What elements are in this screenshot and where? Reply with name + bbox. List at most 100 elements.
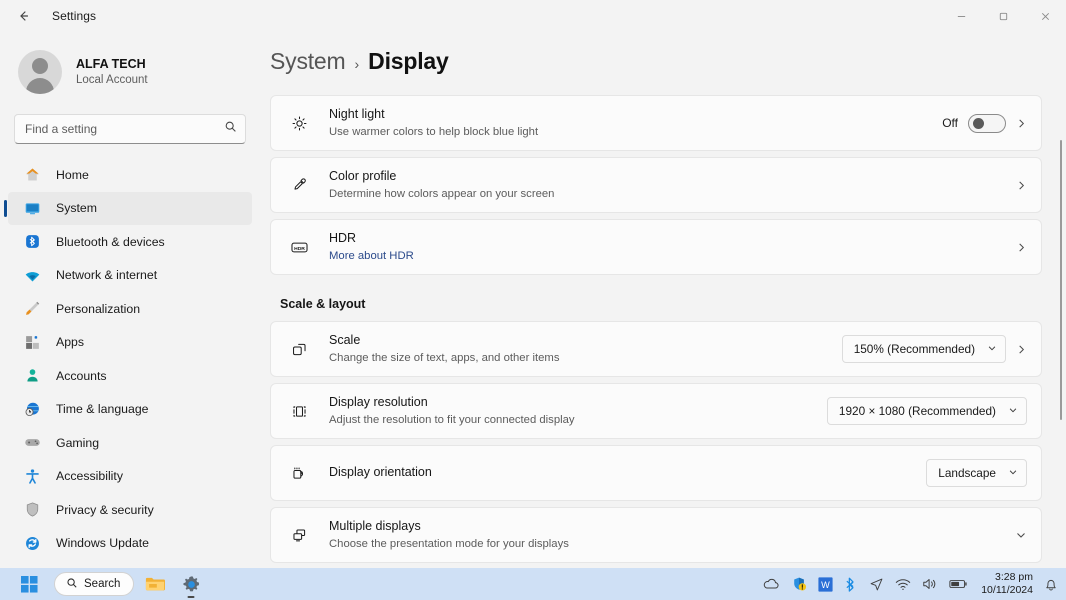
card-hdr[interactable]: HDR HDR More about HDR <box>270 219 1042 275</box>
more-about-hdr-link[interactable]: More about HDR <box>329 249 1016 263</box>
apps-icon <box>22 332 42 352</box>
chevron-right-icon[interactable] <box>1016 180 1027 191</box>
sidebar-item-network-internet[interactable]: Network & internet <box>8 259 252 293</box>
sidebar-item-gaming[interactable]: Gaming <box>8 426 252 460</box>
card-subtitle: Adjust the resolution to fit your connec… <box>329 413 575 426</box>
sidebar-item-windows-update[interactable]: Windows Update <box>8 527 252 561</box>
bluetooth-icon[interactable] <box>844 577 858 592</box>
taskbar-clock[interactable]: 3:28 pm 10/11/2024 <box>981 571 1033 597</box>
sidebar-item-personalization[interactable]: Personalization <box>8 292 252 326</box>
svg-text:HDR: HDR <box>294 246 305 252</box>
person-icon <box>22 366 42 386</box>
scale-dropdown[interactable]: 150% (Recommended) <box>841 335 1006 363</box>
breadcrumb: System › Display <box>260 32 1066 75</box>
chevron-down-icon <box>987 342 997 356</box>
taskbar-search[interactable]: Search <box>54 572 135 596</box>
update-icon <box>22 533 42 553</box>
settings-window: Settings ALFA TECH Local Account Find a … <box>0 0 1066 600</box>
chevron-right-icon[interactable] <box>1016 344 1027 355</box>
clock-globe-icon <box>22 399 42 419</box>
search-input[interactable] <box>25 122 224 136</box>
account-type: Local Account <box>76 74 148 87</box>
home-icon <box>22 165 42 185</box>
card-title: Display resolution <box>329 395 428 410</box>
close-button[interactable] <box>1024 0 1066 32</box>
w-app-icon[interactable]: W <box>818 576 833 592</box>
svg-text:W: W <box>821 579 830 589</box>
search-icon <box>66 577 78 592</box>
sidebar-item-label: Personalization <box>56 301 141 316</box>
night-light-toggle[interactable] <box>968 113 1006 133</box>
sidebar-item-label: Bluetooth & devices <box>56 234 165 249</box>
window-title: Settings <box>52 9 97 23</box>
sidebar-item-privacy-security[interactable]: Privacy & security <box>8 493 252 527</box>
scale-icon <box>287 341 311 358</box>
sidebar-item-system[interactable]: System <box>4 191 252 225</box>
orientation-dropdown-value: Landscape <box>938 466 996 480</box>
night-light-toggle-label: Off <box>942 116 958 130</box>
resolution-dropdown[interactable]: 1920 × 1080 (Recommended) <box>826 397 1027 425</box>
chevron-right-icon[interactable] <box>1016 118 1027 129</box>
breadcrumb-parent[interactable]: System <box>270 48 346 75</box>
chevron-right-icon: › <box>354 56 360 72</box>
card-title: Multiple displays <box>329 519 421 534</box>
start-button[interactable] <box>14 570 44 598</box>
wifi-icon <box>22 265 42 285</box>
onedrive-icon[interactable] <box>762 577 780 591</box>
page-title: Display <box>368 48 449 74</box>
sidebar-nav: Home System Bluetooth & devices Network … <box>0 158 260 560</box>
sidebar-item-accessibility[interactable]: Accessibility <box>8 460 252 494</box>
sidebar-item-bluetooth-devices[interactable]: Bluetooth & devices <box>8 225 252 259</box>
card-scale[interactable]: Scale Change the size of text, apps, and… <box>270 321 1042 377</box>
card-night-light[interactable]: Night light Use warmer colors to help bl… <box>270 95 1042 151</box>
taskbar-search-label: Search <box>84 578 121 590</box>
sidebar-item-label: Windows Update <box>56 536 149 551</box>
resolution-icon <box>287 403 311 420</box>
card-title: Color profile <box>329 169 397 184</box>
sidebar-item-label: Apps <box>56 335 85 350</box>
sidebar-item-apps[interactable]: Apps <box>8 326 252 360</box>
chevron-right-icon[interactable] <box>1016 242 1027 253</box>
sidebar-item-accounts[interactable]: Accounts <box>8 359 252 393</box>
maximize-button[interactable] <box>982 0 1024 32</box>
main-content: System › Display Night light Use warmer … <box>260 32 1066 568</box>
send-icon[interactable] <box>869 577 884 592</box>
account-section[interactable]: ALFA TECH Local Account <box>0 32 260 100</box>
sidebar: ALFA TECH Local Account Home <box>0 32 260 568</box>
sidebar-item-home[interactable]: Home <box>8 158 252 192</box>
sidebar-item-time-language[interactable]: Time & language <box>8 393 252 427</box>
card-title: Night light <box>329 107 385 122</box>
wifi-icon[interactable] <box>895 578 911 591</box>
orientation-dropdown[interactable]: Landscape <box>926 459 1027 487</box>
shield-icon <box>22 500 42 520</box>
card-subtitle: Use warmer colors to help block blue lig… <box>329 125 539 138</box>
settings-gear-icon[interactable] <box>176 570 206 598</box>
sidebar-item-label: Accessibility <box>56 469 123 484</box>
back-button[interactable] <box>6 2 42 30</box>
card-display-resolution[interactable]: Display resolution Adjust the resolution… <box>270 383 1042 439</box>
card-color-profile[interactable]: Color profile Determine how colors appea… <box>270 157 1042 213</box>
card-display-orientation[interactable]: Display orientation Landscape <box>270 445 1042 501</box>
sidebar-item-label: System <box>56 201 97 216</box>
battery-icon[interactable] <box>949 578 968 590</box>
defender-shield-icon[interactable] <box>791 576 807 592</box>
file-explorer-icon[interactable] <box>140 570 170 598</box>
search-icon <box>224 120 237 138</box>
sidebar-item-label: Accounts <box>56 368 107 383</box>
orientation-icon <box>287 465 311 482</box>
system-tray: W 3:28 pm 10/11/2024 <box>762 571 1058 597</box>
eyedropper-icon <box>287 177 311 194</box>
sidebar-item-label: Home <box>56 167 89 182</box>
chevron-down-icon <box>1008 404 1018 418</box>
content-scrollbar[interactable] <box>1060 140 1062 420</box>
card-multiple-displays[interactable]: Multiple displays Choose the presentatio… <box>270 507 1042 563</box>
title-bar: Settings <box>0 0 1066 32</box>
expand-chevron-down-icon[interactable] <box>1015 529 1027 541</box>
brightness-icon <box>287 115 311 132</box>
chevron-down-icon <box>1008 466 1018 480</box>
bell-icon[interactable] <box>1044 577 1058 592</box>
card-title: HDR <box>329 231 357 246</box>
minimize-button[interactable] <box>940 0 982 32</box>
speaker-icon[interactable] <box>922 577 938 591</box>
search-box[interactable] <box>14 114 246 144</box>
